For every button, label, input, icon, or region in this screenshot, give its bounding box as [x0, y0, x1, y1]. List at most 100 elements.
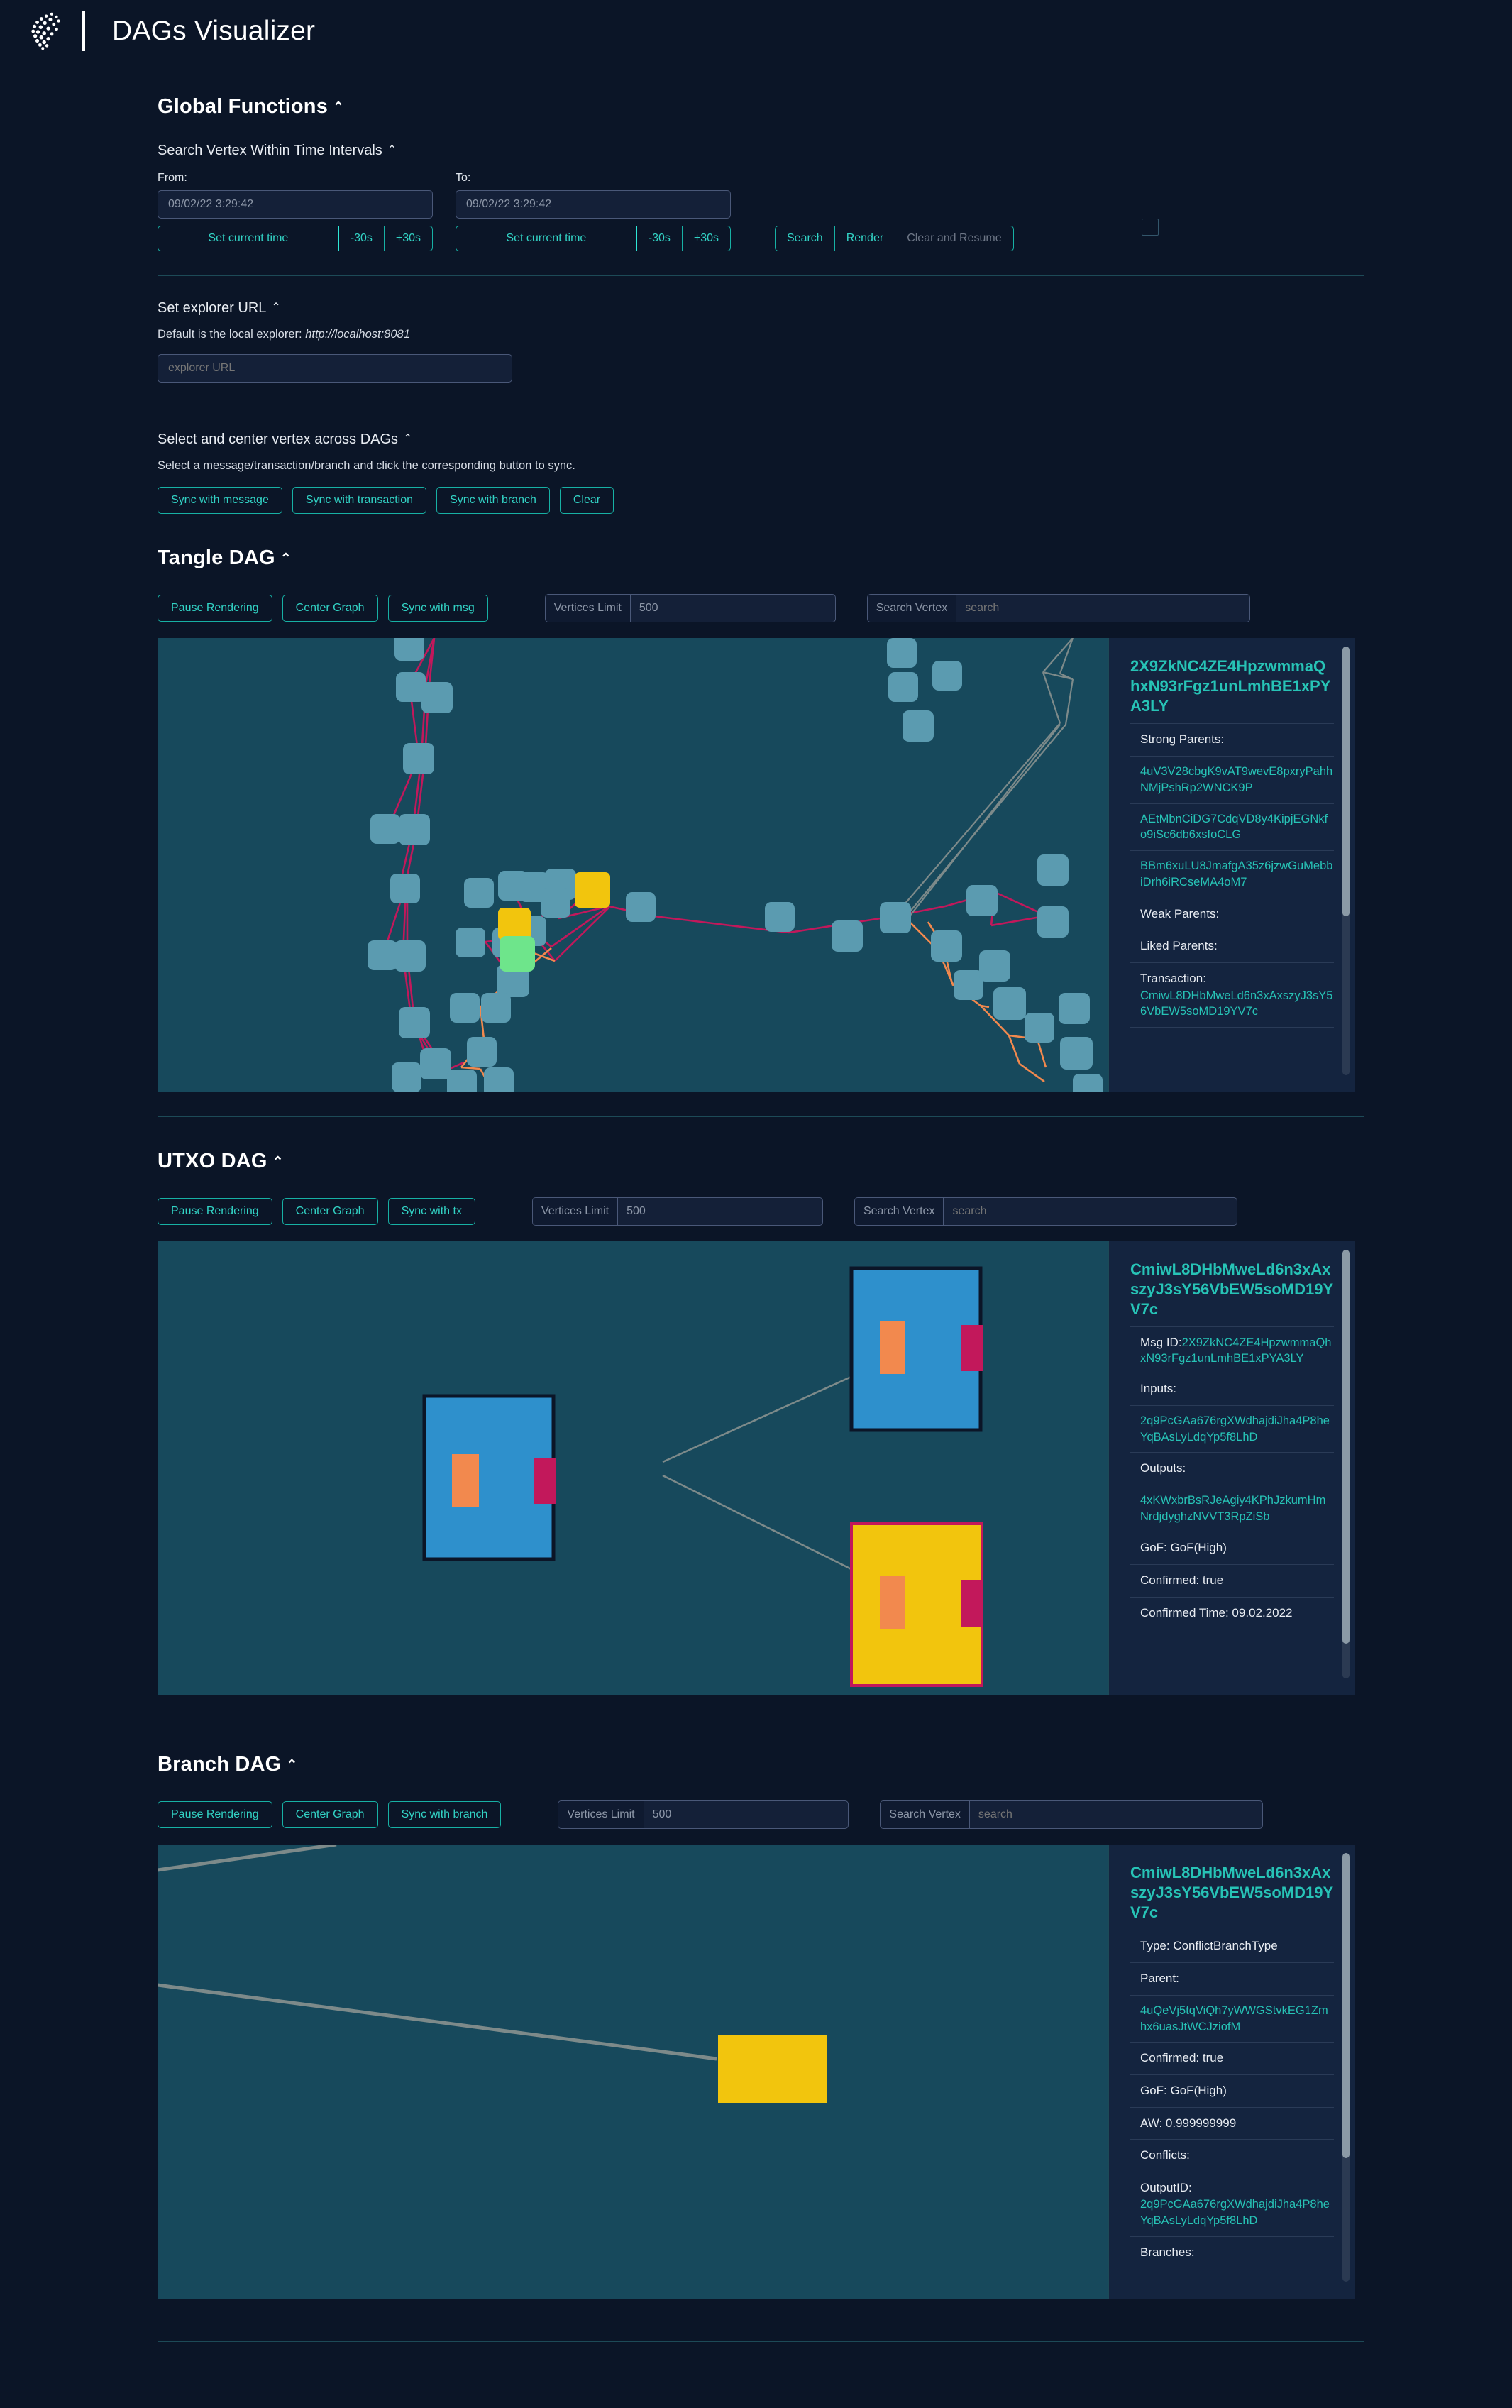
sync-with-transaction-button[interactable]: Sync with transaction [292, 487, 427, 514]
tangle-strong-parents-section: Strong Parents: [1130, 731, 1334, 749]
sync-with-branch-button[interactable]: Sync with branch [436, 487, 550, 514]
output-id-link[interactable]: 2q9PcGAa676rgXWdhajdiJha4P8heYqBAsLyLdqY… [1140, 2197, 1334, 2229]
tangle-liked-parents-section: Liked Parents: [1130, 938, 1334, 955]
chevron-up-icon[interactable]: ⌃ [333, 99, 344, 116]
tangle-sync-with-msg-button[interactable]: Sync with msg [387, 595, 488, 622]
select-center-hint: Select a message/transaction/branch and … [158, 459, 575, 472]
panel-divider [1130, 2074, 1334, 2075]
branch-panel-scrollbar[interactable] [1342, 1853, 1350, 2282]
input-link[interactable]: 2q9PcGAa676rgXWdhajdiJha4P8heYqBAsLyLdqY… [1130, 1413, 1334, 1446]
utxo-pause-rendering-button[interactable]: Pause Rendering [158, 1198, 272, 1225]
utxo-dag-canvas[interactable]: CmiwL8DHbMweLd6n3xAxszyJ3sY56VbEW5soMD19… [158, 1241, 1355, 1695]
branch-info-panel[interactable]: CmiwL8DHbMweLd6n3xAxszyJ3sY56VbEW5soMD19… [1108, 1845, 1355, 2299]
select-center-title: Select and center vertex across DAGs [158, 431, 399, 447]
tangle-dag-toolbar: Pause Rendering Center Graph Sync with m… [158, 594, 1364, 622]
chevron-up-icon[interactable]: ⌃ [280, 551, 292, 567]
to-minus-30s-button[interactable]: -30s [636, 226, 682, 251]
utxo-panel-scrollbar[interactable] [1342, 1250, 1350, 1678]
clear-button[interactable]: Clear [559, 487, 614, 514]
strong-parent-link[interactable]: AEtMbnCiDG7CdqVD8y4KipjEGNkfo9iSc6db6xsf… [1130, 811, 1334, 844]
to-datetime-input[interactable] [456, 190, 731, 219]
tangle-panel-scrollbar[interactable] [1342, 647, 1350, 1075]
gof-value: GoF: GoF(High) [1140, 2083, 1227, 2097]
utxo-center-graph-button[interactable]: Center Graph [282, 1198, 378, 1225]
branch-vertex-id: CmiwL8DHbMweLd6n3xAxszyJ3sY56VbEW5soMD19… [1130, 1864, 1334, 1922]
utxo-confirmed-time-row: Confirmed Time: 09.02.2022 [1130, 1605, 1334, 1622]
tangle-pause-rendering-button[interactable]: Pause Rendering [158, 595, 272, 622]
utxo-dag-title: UTXO DAG [158, 1150, 267, 1172]
to-plus-30s-button[interactable]: +30s [681, 226, 731, 251]
branch-dag-toolbar: Pause Rendering Center Graph Sync with b… [158, 1800, 1364, 1829]
search-options-checkbox[interactable] [1141, 219, 1159, 236]
page-bottom-divider [158, 2341, 1364, 2342]
branch-pause-rendering-button[interactable]: Pause Rendering [158, 1801, 272, 1828]
tangle-weak-parents-section: Weak Parents: [1130, 906, 1334, 923]
tangle-info-panel[interactable]: 2X9ZkNC4ZE4HpzwmmaQhxN93rFgz1unLmhBE1xPY… [1108, 638, 1355, 1092]
chevron-up-icon[interactable]: ⌃ [403, 431, 412, 446]
scrollbar-thumb[interactable] [1342, 1853, 1350, 2158]
scrollbar-thumb[interactable] [1342, 647, 1350, 916]
section-divider [158, 275, 1364, 276]
utxo-edges [662, 1364, 877, 1582]
chevron-up-icon[interactable]: ⌃ [272, 1154, 284, 1170]
search-render-clear-buttons: Search Render Clear and Resume [775, 226, 1014, 251]
tangle-center-graph-button[interactable]: Center Graph [282, 595, 378, 622]
branch-search-vertex-input[interactable] [969, 1801, 1263, 1828]
branch-parent-section: Parent: [1130, 1970, 1334, 1988]
to-set-current-time-button[interactable]: Set current time [456, 226, 636, 251]
utxo-vertices-limit-input[interactable] [618, 1198, 822, 1225]
chevron-up-icon[interactable]: ⌃ [387, 143, 397, 157]
panel-divider [1130, 1326, 1334, 1328]
tangle-dag-header[interactable]: Tangle DAG ⌃ [158, 546, 1364, 570]
from-minus-30s-button[interactable]: -30s [338, 226, 384, 251]
branch-center-graph-button[interactable]: Center Graph [282, 1801, 378, 1828]
from-datetime-input[interactable] [158, 190, 433, 219]
scrollbar-thumb[interactable] [1342, 1250, 1350, 1644]
utxo-output-marker [534, 1458, 556, 1504]
transaction-link[interactable]: CmiwL8DHbMweLd6n3xAxszyJ3sY56VbEW5soMD19… [1140, 988, 1334, 1021]
to-column: To: Set current time -30s +30s [456, 172, 731, 251]
utxo-sync-with-tx-button[interactable]: Sync with tx [387, 1198, 475, 1225]
tangle-search-vertex-label: Search Vertex [867, 595, 957, 622]
output-id-label: OutputID: [1140, 2180, 1192, 2194]
strong-parent-link[interactable]: BBm6xuLU8JmafgA35z6jzwGuMebbiDrh6iRCseMA… [1130, 858, 1334, 891]
app-header: DAGs Visualizer [0, 0, 1512, 62]
confirmed-value: Confirmed: true [1140, 1573, 1224, 1588]
search-button[interactable]: Search [775, 226, 834, 251]
utxo-vertex-id: CmiwL8DHbMweLd6n3xAxszyJ3sY56VbEW5soMD19… [1130, 1260, 1334, 1319]
strong-parent-link[interactable]: 4uV3V28cbgK9vAT9wevE8pxryPahhNMjPshRp2WN… [1130, 764, 1334, 796]
select-center-header[interactable]: Select and center vertex across DAGs ⌃ [158, 431, 1364, 448]
explorer-url-input[interactable] [158, 354, 512, 383]
branch-edges [158, 1845, 717, 2061]
tangle-dag-canvas[interactable]: 2X9ZkNC4ZE4HpzwmmaQhxN93rFgz1unLmhBE1xPY… [158, 638, 1355, 1092]
tangle-search-vertex-input[interactable] [956, 595, 1249, 622]
branch-sync-with-branch-button[interactable]: Sync with branch [387, 1801, 502, 1828]
utxo-search-vertex-input[interactable] [944, 1198, 1237, 1225]
tangle-vertices-limit-input[interactable] [630, 595, 835, 622]
sync-buttons-row: Sync with message Sync with transaction … [158, 487, 1364, 514]
utxo-dag-header[interactable]: UTXO DAG ⌃ [158, 1150, 1364, 1173]
panel-divider [1130, 1404, 1334, 1406]
utxo-info-panel[interactable]: CmiwL8DHbMweLd6n3xAxszyJ3sY56VbEW5soMD19… [1108, 1241, 1355, 1695]
from-set-current-time-button[interactable]: Set current time [158, 226, 338, 251]
from-plus-30s-button[interactable]: +30s [383, 226, 433, 251]
branch-type-row: Type: ConflictBranchType [1130, 1937, 1334, 1955]
sync-with-message-button[interactable]: Sync with message [158, 487, 282, 514]
branch-aw-row: AW: 0.999999999 [1130, 2115, 1334, 2133]
msg-id-label: Msg ID: [1140, 1336, 1182, 1350]
search-time-header[interactable]: Search Vertex Within Time Intervals ⌃ [158, 143, 1364, 159]
render-button[interactable]: Render [834, 226, 895, 251]
output-link[interactable]: 4xKWxbrBsRJeAgiy4KPhJzkumHmNrdjdyghzNVVT… [1130, 1492, 1334, 1525]
clear-and-resume-button[interactable]: Clear and Resume [895, 226, 1014, 251]
branch-vertices-limit-input[interactable] [644, 1801, 849, 1828]
branches-label: Branches: [1140, 2245, 1195, 2260]
chevron-up-icon[interactable]: ⌃ [271, 300, 280, 314]
chevron-up-icon[interactable]: ⌃ [286, 1757, 297, 1774]
parent-link[interactable]: 4uQeVj5tqViQh7yWWGStvkEG1Zmhx6uasJtWCJzi… [1130, 2003, 1334, 2035]
to-label: To: [456, 172, 471, 184]
branch-dag-canvas[interactable]: CmiwL8DHbMweLd6n3xAxszyJ3sY56VbEW5soMD19… [158, 1845, 1355, 2299]
branch-dag-header[interactable]: Branch DAG ⌃ [158, 1753, 1364, 1776]
global-functions-header[interactable]: Global Functions ⌃ [158, 95, 1364, 119]
explorer-url-header[interactable]: Set explorer URL ⌃ [158, 300, 1364, 317]
branch-vertices-limit-group: Vertices Limit [558, 1800, 849, 1829]
